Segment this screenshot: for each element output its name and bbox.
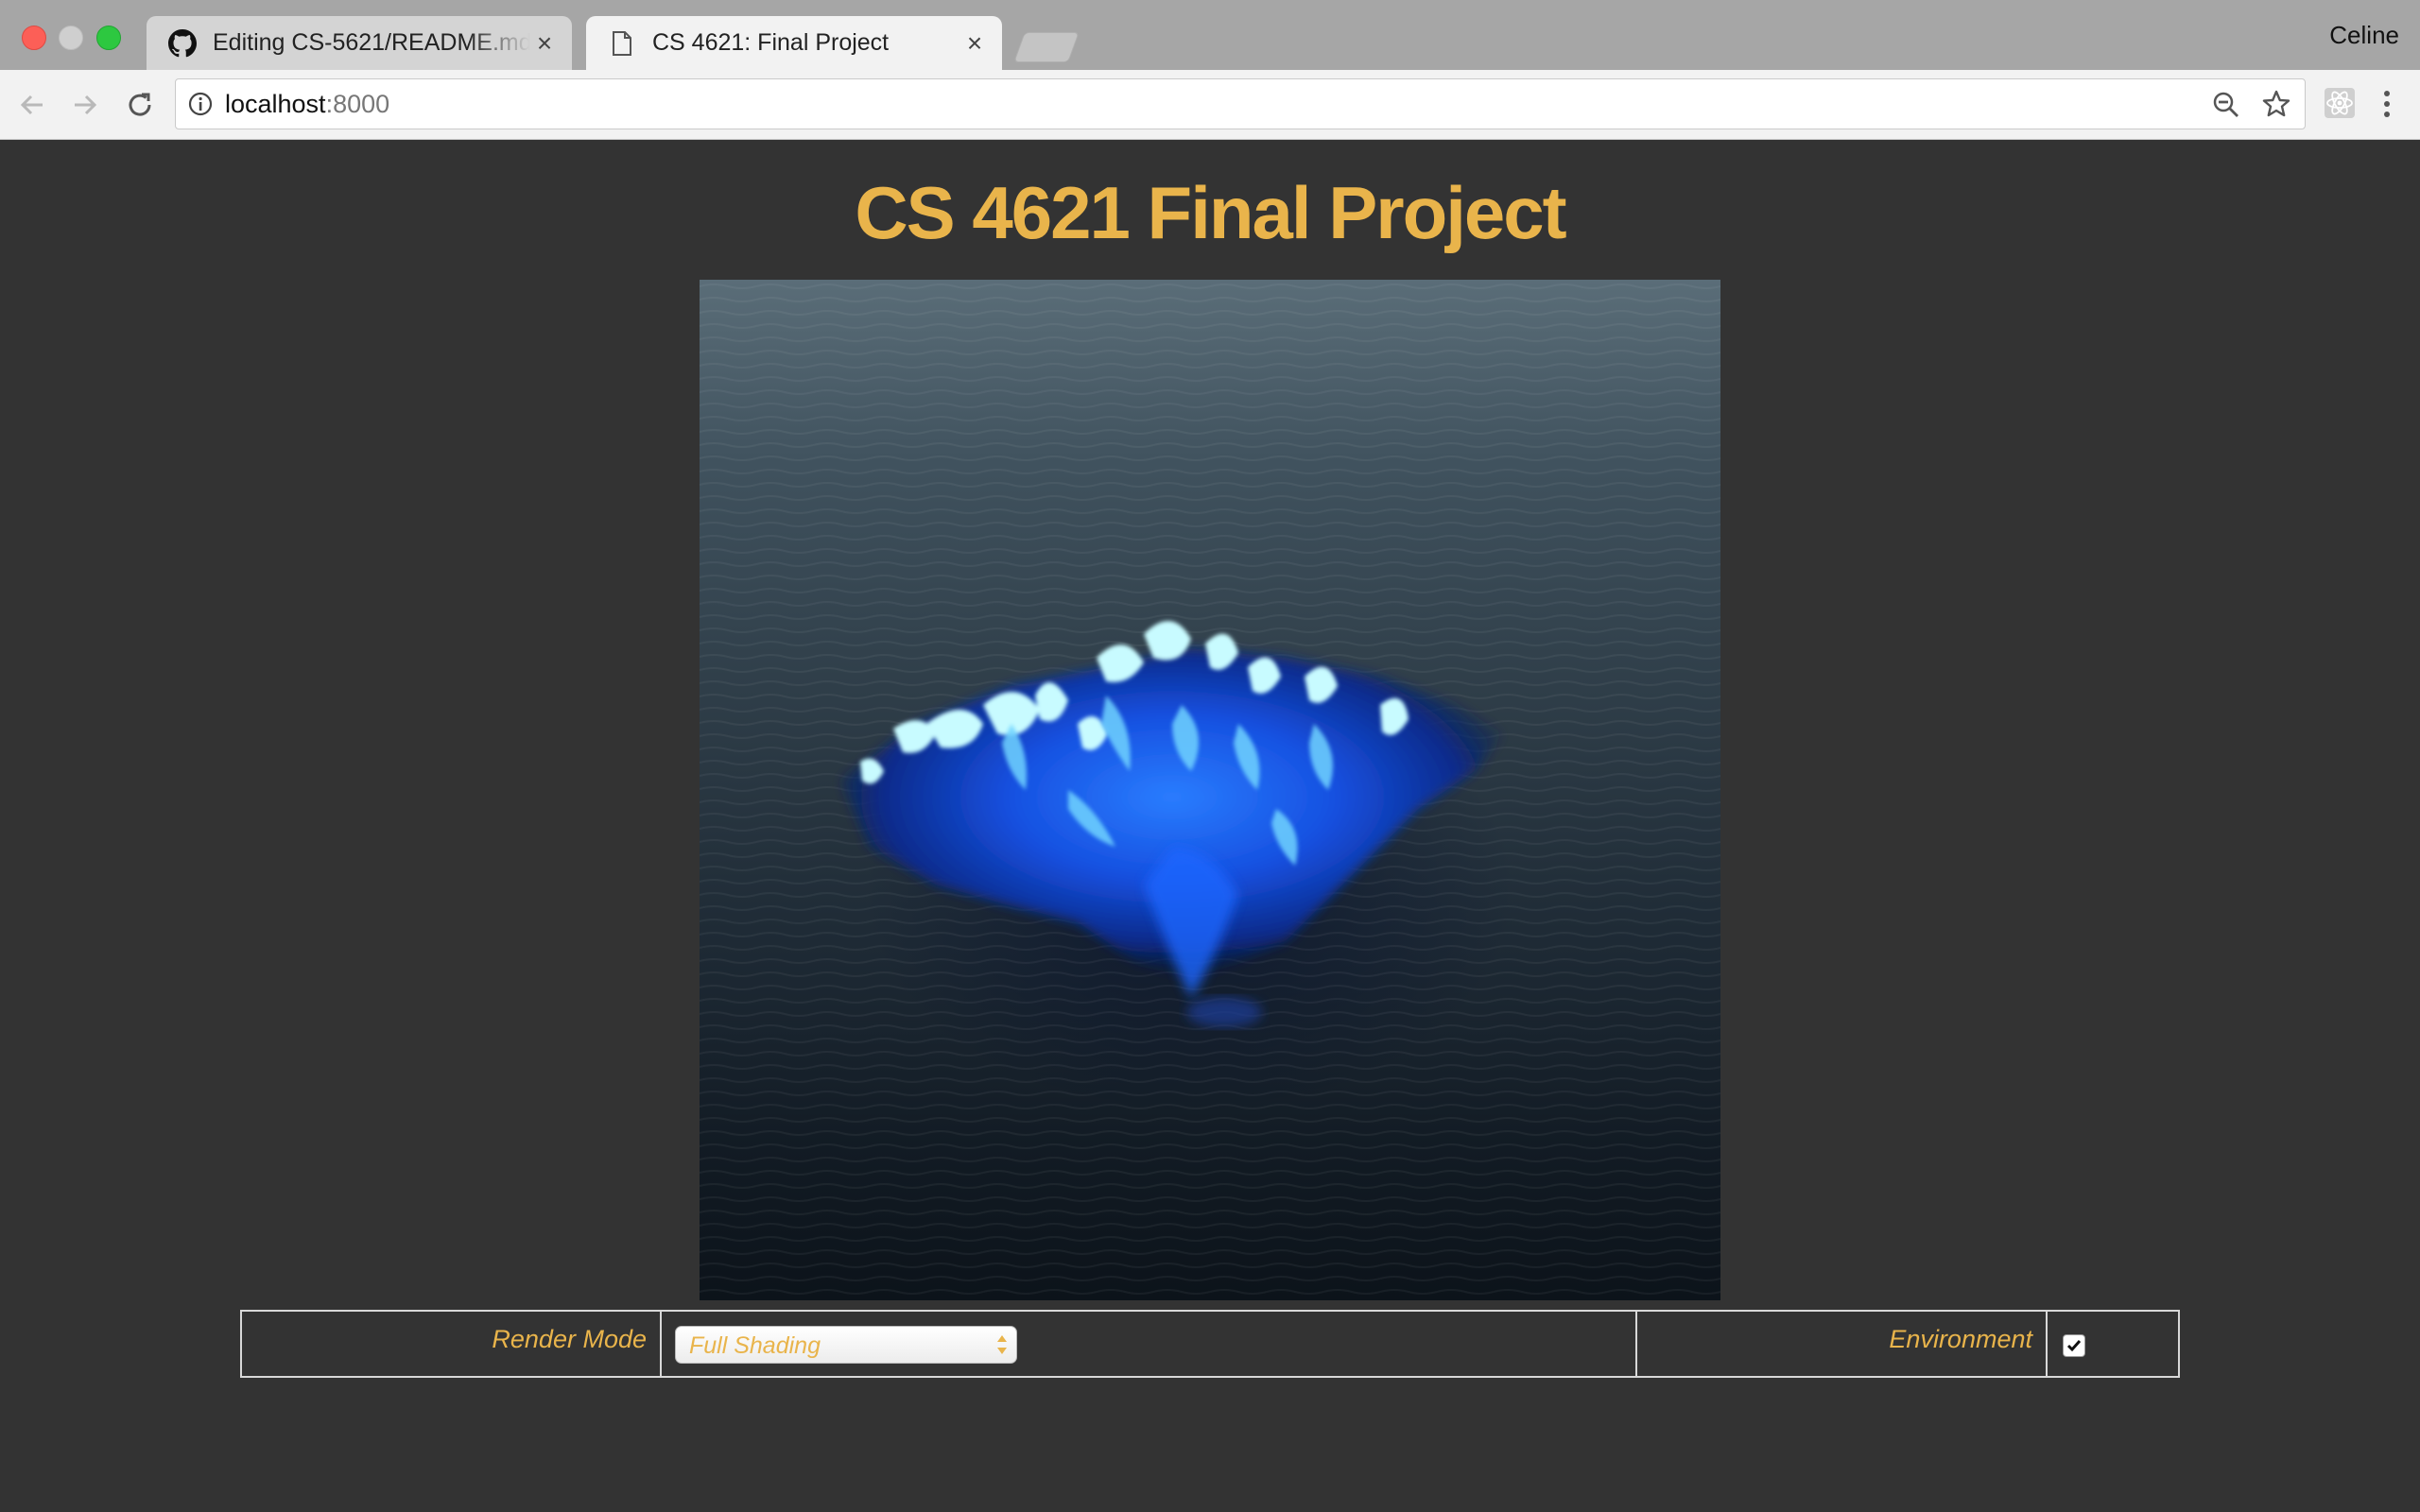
environment-label-cell: Environment: [1635, 1312, 2046, 1376]
more-menu-icon[interactable]: [2373, 87, 2401, 121]
browser-titlebar: Editing CS-5621/README.md at × CS 4621: …: [0, 0, 2420, 70]
tab-close-icon[interactable]: ×: [960, 28, 989, 59]
render-mode-select-cell: Full Shading: [660, 1312, 1635, 1376]
close-window-button[interactable]: [22, 26, 46, 50]
browser-toolbar: localhost:8000: [0, 70, 2420, 140]
render-canvas[interactable]: [700, 280, 1720, 1300]
bookmark-star-icon[interactable]: [2261, 89, 2291, 119]
tab-title: CS 4621: Final Project: [652, 29, 890, 56]
water-render: [700, 280, 1720, 1300]
zoom-out-icon[interactable]: [2212, 91, 2240, 119]
forward-arrow-icon[interactable]: [68, 88, 102, 122]
profile-name[interactable]: Celine: [2329, 21, 2399, 50]
page-icon: [607, 28, 637, 59]
environment-checkbox-cell: [2046, 1312, 2178, 1376]
maximize-window-button[interactable]: [96, 26, 121, 50]
page-title: CS 4621 Final Project: [855, 171, 1566, 254]
github-icon: [167, 28, 198, 59]
render-mode-select[interactable]: Full Shading: [675, 1326, 1017, 1364]
tab-close-icon[interactable]: ×: [530, 28, 559, 59]
url-text: localhost:8000: [225, 90, 389, 119]
render-mode-value: Full Shading: [689, 1332, 821, 1359]
address-bar[interactable]: localhost:8000: [175, 78, 2306, 129]
reload-icon[interactable]: [123, 88, 157, 122]
render-mode-label: Render Mode: [492, 1325, 647, 1353]
controls-table: Render Mode Full Shading Environment: [240, 1310, 2180, 1378]
tab-github-readme[interactable]: Editing CS-5621/README.md at ×: [147, 16, 572, 70]
tab-final-project[interactable]: CS 4621: Final Project ×: [586, 16, 1002, 70]
info-icon[interactable]: [187, 91, 214, 117]
checkmark-icon: [2066, 1340, 2082, 1352]
environment-label: Environment: [1889, 1325, 2032, 1353]
react-devtools-icon[interactable]: [2324, 87, 2356, 119]
minimize-window-button[interactable]: [59, 26, 83, 50]
new-tab-button[interactable]: [1013, 32, 1080, 62]
back-arrow-icon[interactable]: [15, 88, 49, 122]
tab-title: Editing CS-5621/README.md at: [213, 29, 530, 56]
select-arrows-icon: [995, 1332, 1009, 1357]
render-mode-label-cell: Render Mode: [242, 1312, 660, 1376]
environment-checkbox[interactable]: [2063, 1334, 2085, 1357]
url-host: localhost: [225, 90, 326, 118]
url-port: :8000: [325, 90, 390, 118]
